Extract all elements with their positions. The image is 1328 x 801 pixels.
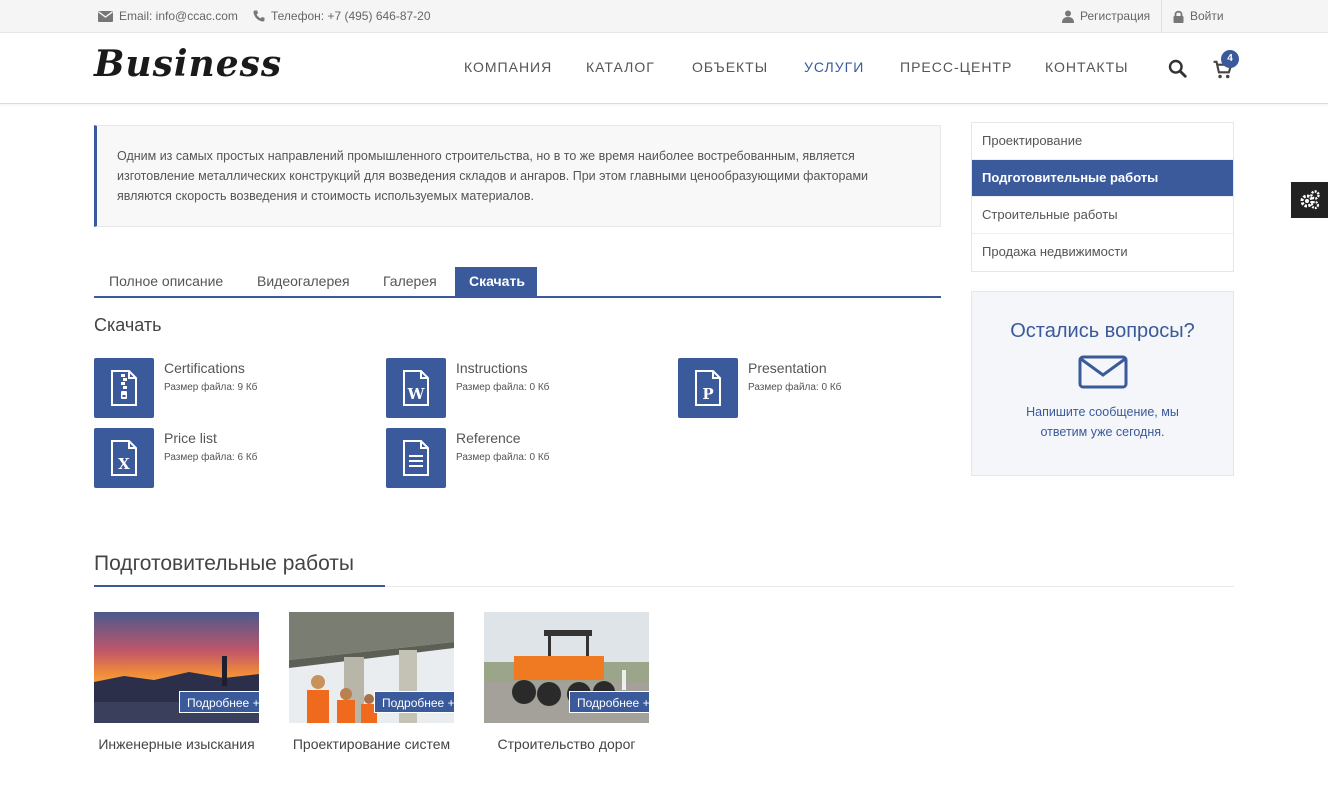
- file-name[interactable]: Certifications: [164, 360, 245, 376]
- section-underline: [94, 585, 385, 587]
- questions-text: Напишите сообщение, мы ответим уже сегод…: [1026, 405, 1179, 439]
- phone-contact: Телефон: +7 (495) 646-87-20: [253, 0, 431, 32]
- card-image-sunset[interactable]: Подробнее +: [94, 612, 259, 723]
- more-button[interactable]: Подробнее +: [374, 691, 454, 713]
- email-contact[interactable]: Email: info@ccac.com: [98, 0, 238, 32]
- questions-title: Остались вопросы?: [1010, 320, 1195, 342]
- nav-company[interactable]: КОМПАНИЯ: [464, 33, 552, 103]
- svg-text:W: W: [407, 385, 426, 403]
- gears-icon: [1300, 190, 1320, 210]
- register-label: Регистрация: [1080, 9, 1151, 23]
- card-caption[interactable]: Проектирование систем: [289, 735, 454, 753]
- lock-icon: [1173, 10, 1184, 23]
- downloads-heading: Скачать: [94, 315, 162, 335]
- download-item[interactable]: Reference Размер файла: 0 Кб: [386, 428, 666, 490]
- download-item[interactable]: W Instructions Размер файла: 0 Кб: [386, 358, 666, 420]
- intro-line: Одним из самых простых направлений промы…: [117, 149, 855, 163]
- card-caption[interactable]: Строительство дорог: [484, 735, 649, 753]
- register-link[interactable]: Регистрация: [1062, 0, 1150, 32]
- phone-text: Телефон: +7 (495) 646-87-20: [271, 9, 431, 23]
- content-tabs: Полное описание Видеогалерея Галерея Ска…: [94, 267, 941, 298]
- file-size: Размер файла: 9 Кб: [164, 382, 258, 393]
- file-name[interactable]: Reference: [456, 430, 521, 446]
- word-file-icon: W: [386, 358, 446, 418]
- sidebar-item-preparatory-work[interactable]: Подготовительные работы: [972, 160, 1233, 197]
- tab-video-gallery[interactable]: Видеогалерея: [243, 267, 364, 296]
- tab-gallery[interactable]: Галерея: [369, 267, 451, 296]
- more-button[interactable]: Подробнее +: [179, 691, 259, 713]
- tab-download[interactable]: Скачать: [455, 267, 537, 296]
- related-section-title: Подготовительные работы: [94, 552, 355, 575]
- file-size: Размер файла: 0 Кб: [748, 382, 842, 393]
- excel-file-icon: X: [94, 428, 154, 488]
- sidebar-item-construction-work[interactable]: Строительные работы: [972, 197, 1233, 234]
- sidebar-item-real-estate-sales[interactable]: Продажа недвижимости: [972, 234, 1233, 271]
- file-size: Размер файла: 0 Кб: [456, 382, 550, 393]
- file-name[interactable]: Instructions: [456, 360, 528, 376]
- file-size: Размер файла: 6 Кб: [164, 452, 258, 463]
- tab-full-description[interactable]: Полное описание: [95, 267, 237, 296]
- nav-services[interactable]: УСЛУГИ: [804, 33, 864, 103]
- download-item[interactable]: P Presentation Размер файла: 0 Кб: [678, 358, 958, 420]
- search-icon[interactable]: [1168, 59, 1188, 79]
- download-item[interactable]: Certifications Размер файла: 9 Кб: [94, 358, 374, 420]
- main-header: Business КОМПАНИЯ КАТАЛОГ ОБЪЕКТЫ УСЛУГИ…: [0, 33, 1328, 104]
- nav-contacts[interactable]: КОНТАКТЫ: [1045, 33, 1129, 103]
- intro-block: Одним из самых простых направлений промы…: [94, 125, 941, 227]
- settings-panel-toggle[interactable]: [1291, 182, 1328, 218]
- nav-press-center[interactable]: ПРЕСС-ЦЕНТР: [900, 33, 1012, 103]
- questions-widget[interactable]: Остались вопросы? Напишите сообщение, мы…: [971, 291, 1234, 476]
- more-button[interactable]: Подробнее +: [569, 691, 649, 713]
- intro-line: изготовление металлических конструкций д…: [117, 169, 869, 183]
- card-image-road-roller[interactable]: Подробнее +: [484, 612, 649, 723]
- topbar-divider: [1161, 0, 1162, 32]
- phone-icon: [253, 10, 265, 22]
- svg-text:P: P: [702, 385, 713, 403]
- sidebar-menu: Проектирование Подготовительные работы С…: [971, 122, 1234, 272]
- login-label: Войти: [1190, 9, 1224, 23]
- file-name[interactable]: Price list: [164, 430, 217, 446]
- card-caption[interactable]: Инженерные изыскания: [94, 735, 259, 753]
- zip-file-icon: [94, 358, 154, 418]
- text-file-icon: [386, 428, 446, 488]
- login-link[interactable]: Войти: [1173, 0, 1224, 32]
- email-text: Email: info@ccac.com: [119, 9, 238, 23]
- intro-line: являются скорость возведения и стоимость…: [117, 189, 534, 203]
- site-logo[interactable]: Business: [94, 43, 282, 85]
- download-item[interactable]: X Price list Размер файла: 6 Кб: [94, 428, 374, 490]
- card-image-bridge[interactable]: Подробнее +: [289, 612, 454, 723]
- sidebar-item-design[interactable]: Проектирование: [972, 123, 1233, 160]
- nav-objects[interactable]: ОБЪЕКТЫ: [692, 33, 768, 103]
- cart-count-badge: 4: [1221, 50, 1239, 68]
- nav-catalog[interactable]: КАТАЛОГ: [586, 33, 655, 103]
- top-bar: Email: info@ccac.com Телефон: +7 (495) 6…: [0, 0, 1328, 33]
- svg-text:X: X: [118, 455, 130, 473]
- service-card[interactable]: Подробнее + Строительство дорог: [484, 612, 649, 753]
- powerpoint-file-icon: P: [678, 358, 738, 418]
- file-name[interactable]: Presentation: [748, 360, 827, 376]
- envelope-icon[interactable]: [1078, 355, 1128, 389]
- user-icon: [1062, 10, 1074, 23]
- service-card[interactable]: Подробнее + Проектирование систем: [289, 612, 454, 753]
- file-size: Размер файла: 0 Кб: [456, 452, 550, 463]
- envelope-icon: [98, 10, 113, 22]
- service-card[interactable]: Подробнее + Инженерные изыскания: [94, 612, 259, 753]
